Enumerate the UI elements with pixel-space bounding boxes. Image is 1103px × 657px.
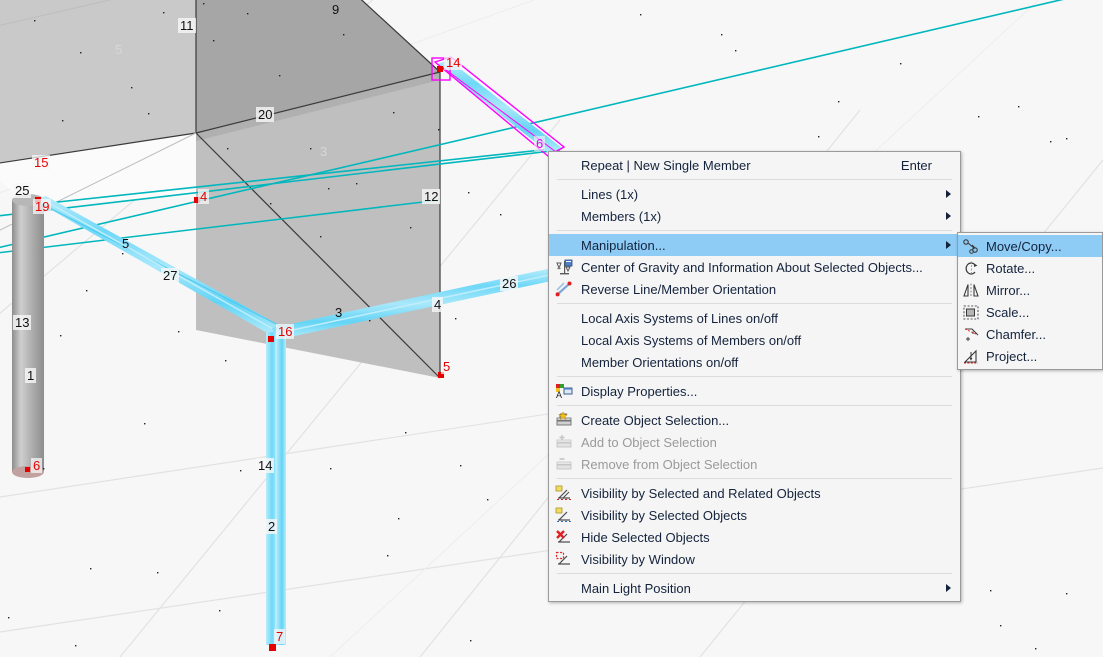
menu-item-manipulation[interactable]: Manipulation... bbox=[549, 234, 960, 256]
menu-item-label: Members (1x) bbox=[581, 208, 662, 224]
menu-item-label: Repeat | New Single Member bbox=[581, 157, 751, 173]
menu-separator bbox=[557, 230, 952, 231]
chevron-right-icon bbox=[946, 190, 951, 198]
reverse-arrows-icon bbox=[549, 279, 579, 299]
menu-item-label: Reverse Line/Member Orientation bbox=[581, 281, 777, 297]
menu-item-add-to-object-selection: Add to Object Selection bbox=[549, 431, 960, 453]
hide-objects-icon bbox=[549, 527, 579, 547]
menu-item-label: Lines (1x) bbox=[581, 186, 639, 202]
visibility-window-icon bbox=[549, 549, 579, 569]
submenu-item-label: Mirror... bbox=[986, 282, 1031, 298]
visibility-yellow2-icon bbox=[549, 505, 579, 525]
chamfer-icon: a bbox=[958, 324, 984, 344]
submenu-item-label: Move/Copy... bbox=[986, 238, 1062, 254]
visibility-yellow-icon bbox=[549, 483, 579, 503]
column-unselected bbox=[12, 194, 44, 478]
menu-separator bbox=[557, 478, 952, 479]
no-icon bbox=[549, 330, 579, 350]
no-icon bbox=[549, 308, 579, 328]
rotate-icon bbox=[958, 258, 984, 278]
menu-item-label: Local Axis Systems of Lines on/off bbox=[581, 310, 779, 326]
no-icon bbox=[549, 206, 579, 226]
submenu-item-rotate[interactable]: Rotate... bbox=[958, 257, 1102, 279]
menu-item-members[interactable]: Members (1x) bbox=[549, 205, 960, 227]
menu-item-label: Create Object Selection... bbox=[581, 412, 730, 428]
menu-item-accelerator: Enter bbox=[900, 157, 932, 173]
submenu-item-chamfer[interactable]: a Chamfer... bbox=[958, 323, 1102, 345]
submenu-item-label: Project... bbox=[986, 348, 1038, 364]
chevron-right-icon bbox=[946, 584, 951, 592]
menu-item-hide-selected-objects[interactable]: Hide Selected Objects bbox=[549, 526, 960, 548]
remove-selection-icon bbox=[549, 454, 579, 474]
scales-icon bbox=[549, 257, 579, 277]
menu-separator bbox=[557, 376, 952, 377]
submenu-item-mirror[interactable]: Mirror... bbox=[958, 279, 1102, 301]
menu-separator bbox=[557, 573, 952, 574]
menu-item-label: Center of Gravity and Information About … bbox=[581, 259, 923, 275]
menu-separator bbox=[557, 303, 952, 304]
submenu-item-label: Rotate... bbox=[986, 260, 1036, 276]
menu-item-display-properties[interactable]: A Display Properties... bbox=[549, 380, 960, 402]
menu-item-label: Display Properties... bbox=[581, 383, 698, 399]
create-selection-icon bbox=[549, 410, 579, 430]
submenu-item-scale[interactable]: Scale... bbox=[958, 301, 1102, 323]
menu-item-label: Manipulation... bbox=[581, 237, 666, 253]
chevron-right-icon bbox=[946, 241, 951, 249]
no-icon bbox=[549, 578, 579, 598]
svg-text:A: A bbox=[556, 390, 562, 399]
menu-separator bbox=[557, 179, 952, 180]
menu-item-label: Visibility by Selected Objects bbox=[581, 507, 747, 523]
menu-item-visibility-selected-and-related[interactable]: Visibility by Selected and Related Objec… bbox=[549, 482, 960, 504]
mirror-icon bbox=[958, 280, 984, 300]
menu-separator bbox=[557, 405, 952, 406]
app-root: 5 3 11 9 20 12 25 13 5 27 3 4 26 14 2 1 … bbox=[0, 0, 1103, 657]
menu-item-main-light-position[interactable]: Main Light Position bbox=[549, 577, 960, 599]
menu-item-local-axis-members[interactable]: Local Axis Systems of Members on/off bbox=[549, 329, 960, 351]
menu-item-label: Remove from Object Selection bbox=[581, 456, 758, 472]
menu-item-label: Main Light Position bbox=[581, 580, 691, 596]
scale-icon bbox=[958, 302, 984, 322]
no-icon bbox=[549, 155, 579, 175]
submenu-item-project[interactable]: Project... bbox=[958, 345, 1102, 367]
menu-item-label: Visibility by Selected and Related Objec… bbox=[581, 485, 821, 501]
menu-item-label: Visibility by Window bbox=[581, 551, 695, 567]
menu-item-label: Local Axis Systems of Members on/off bbox=[581, 332, 802, 348]
menu-item-local-axis-lines[interactable]: Local Axis Systems of Lines on/off bbox=[549, 307, 960, 329]
manipulation-submenu[interactable]: Move/Copy... Rotate... Mirror... Scale..… bbox=[957, 232, 1103, 370]
menu-item-label: Member Orientations on/off bbox=[581, 354, 739, 370]
project-icon bbox=[958, 346, 984, 366]
no-icon bbox=[549, 235, 579, 255]
display-properties-icon: A bbox=[549, 381, 579, 401]
menu-item-reverse-orientation[interactable]: Reverse Line/Member Orientation bbox=[549, 278, 960, 300]
no-icon bbox=[549, 352, 579, 372]
no-icon bbox=[549, 184, 579, 204]
menu-item-visibility-by-window[interactable]: Visibility by Window bbox=[549, 548, 960, 570]
menu-item-remove-from-object-selection: Remove from Object Selection bbox=[549, 453, 960, 475]
menu-item-label: Add to Object Selection bbox=[581, 434, 717, 450]
menu-item-repeat[interactable]: Repeat | New Single Member Enter bbox=[549, 154, 960, 176]
submenu-item-label: Scale... bbox=[986, 304, 1030, 320]
context-menu[interactable]: Repeat | New Single Member Enter Lines (… bbox=[548, 151, 961, 602]
chevron-right-icon bbox=[946, 212, 951, 220]
menu-item-label: Hide Selected Objects bbox=[581, 529, 710, 545]
add-selection-icon bbox=[549, 432, 579, 452]
menu-item-create-object-selection[interactable]: Create Object Selection... bbox=[549, 409, 960, 431]
surfaces bbox=[0, 0, 440, 378]
menu-item-visibility-selected[interactable]: Visibility by Selected Objects bbox=[549, 504, 960, 526]
submenu-item-label: Chamfer... bbox=[986, 326, 1046, 342]
submenu-item-move-copy[interactable]: Move/Copy... bbox=[958, 235, 1102, 257]
menu-item-member-orientations[interactable]: Member Orientations on/off bbox=[549, 351, 960, 373]
menu-item-lines[interactable]: Lines (1x) bbox=[549, 183, 960, 205]
menu-item-center-of-gravity[interactable]: Center of Gravity and Information About … bbox=[549, 256, 960, 278]
move-copy-icon bbox=[958, 236, 984, 256]
